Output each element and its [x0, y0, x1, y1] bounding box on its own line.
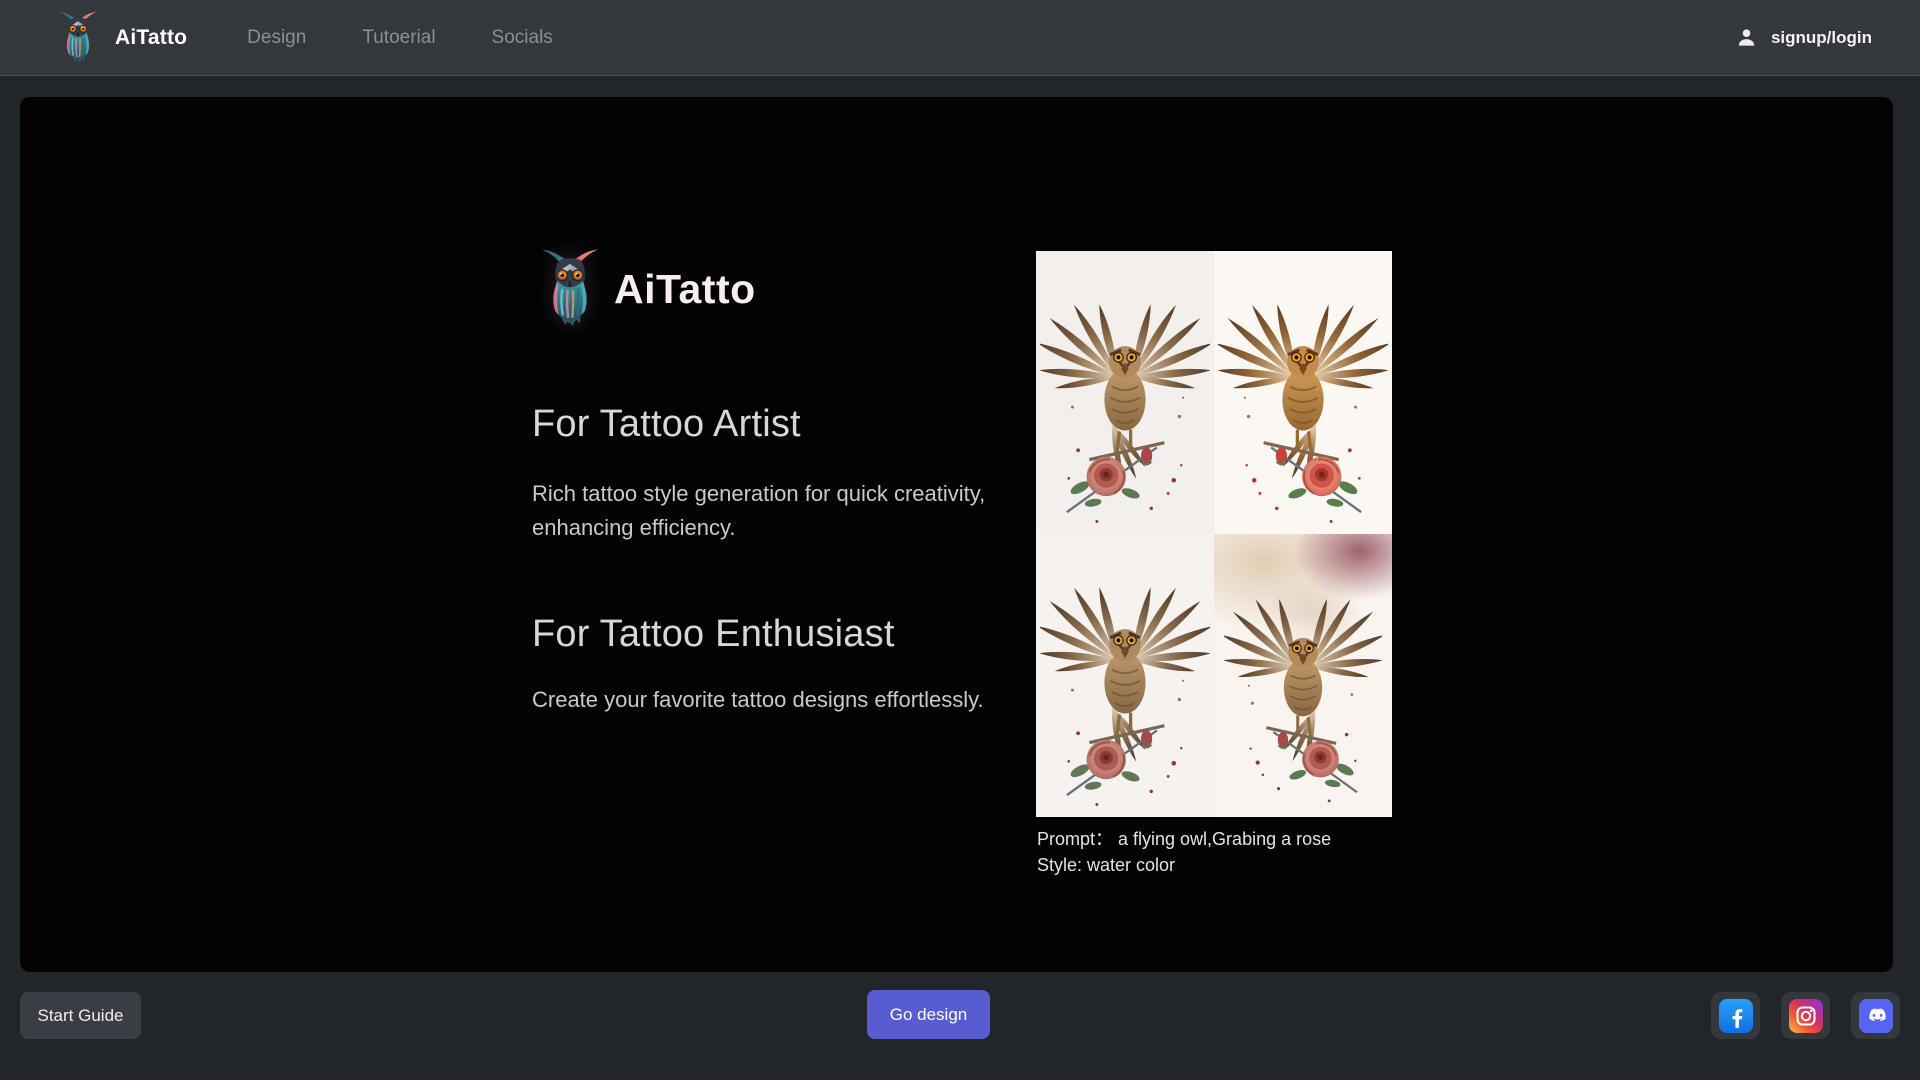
signup-login-label: signup/login — [1771, 28, 1872, 48]
tattoo-sample-2 — [1214, 251, 1392, 534]
body-for-tattoo-artist: Rich tattoo style generation for quick c… — [532, 477, 1052, 545]
main-nav: Design Tutoerial Socials — [247, 27, 553, 49]
discord-icon — [1859, 999, 1893, 1033]
nav-link-design[interactable]: Design — [247, 27, 306, 49]
tattoo-gallery — [1036, 251, 1392, 817]
tattoo-sample-4 — [1214, 534, 1392, 817]
discord-button[interactable] — [1851, 992, 1900, 1039]
page: AiTatto Design Tutoerial Socials signup/… — [0, 0, 1920, 1080]
hero-brand-text: AiTatto — [614, 266, 756, 313]
owl-tattoo-art-3 — [1040, 540, 1210, 812]
go-design-button[interactable]: Go design — [867, 990, 990, 1039]
hero-logo: AiTatto — [540, 247, 756, 331]
social-links — [1711, 992, 1900, 1039]
owl-tattoo-art-1 — [1040, 257, 1210, 529]
gallery-caption: Prompt： a flying owl,Grabing a rose Styl… — [1037, 826, 1331, 878]
hero-panel: AiTatto For Tattoo Artist Rich tattoo st… — [20, 97, 1893, 972]
heading-for-tattoo-enthusiast: For Tattoo Enthusiast — [532, 613, 895, 656]
body-for-tattoo-enthusiast: Create your favorite tattoo designs effo… — [532, 683, 984, 717]
facebook-button[interactable] — [1711, 992, 1760, 1039]
instagram-icon — [1789, 999, 1823, 1033]
heading-for-tattoo-artist: For Tattoo Artist — [532, 403, 801, 446]
start-guide-button[interactable]: Start Guide — [20, 992, 141, 1039]
brand-name[interactable]: AiTatto — [115, 26, 187, 50]
start-guide-label: Start Guide — [38, 1006, 124, 1026]
nav-link-tutorial[interactable]: Tutoerial — [362, 27, 435, 49]
nav-link-socials[interactable]: Socials — [492, 27, 553, 49]
go-design-label: Go design — [890, 1005, 968, 1025]
instagram-button[interactable] — [1781, 992, 1830, 1039]
tattoo-sample-1 — [1036, 251, 1214, 534]
facebook-icon — [1719, 999, 1753, 1033]
person-icon — [1735, 26, 1758, 49]
top-navbar: AiTatto Design Tutoerial Socials signup/… — [0, 0, 1920, 76]
signup-login-button[interactable]: signup/login — [1735, 26, 1872, 49]
tattoo-sample-3 — [1036, 534, 1214, 817]
caption-prompt: Prompt： a flying owl,Grabing a rose — [1037, 826, 1331, 852]
owl-tattoo-art-4 — [1224, 554, 1382, 807]
hero-owl-logo-icon — [540, 247, 600, 331]
owl-tattoo-art-2 — [1218, 257, 1388, 529]
caption-style: Style: water color — [1037, 852, 1331, 878]
brand-owl-logo-icon[interactable] — [58, 10, 98, 66]
